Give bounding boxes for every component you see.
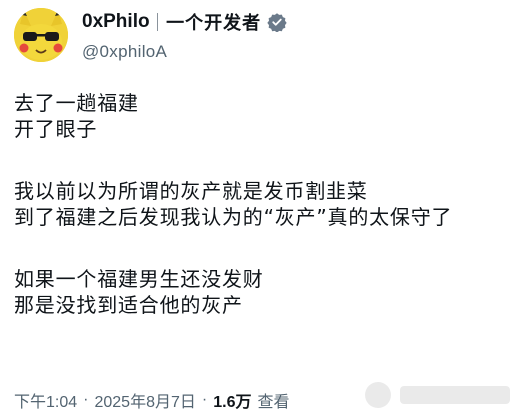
tweet-text-line: 我以前以为所谓的灰产就是发币割韭菜 (14, 179, 368, 203)
tweet-text: 去了一趟福建 开了眼子 我以前以为所谓的灰产就是发币割韭菜 到了福建之后发现我认… (14, 90, 524, 318)
verified-badge-icon (267, 13, 287, 32)
pikachu-avatar-icon (14, 8, 68, 62)
watermark-icon (365, 382, 510, 408)
meta-separator: · (201, 391, 208, 408)
meta-separator: · (83, 391, 89, 408)
tweet-meta: 下午1:04 · 2025年8月7日 · 1.6万 查看 (14, 388, 289, 412)
tweet-date[interactable]: 2025年8月7日 (94, 388, 195, 412)
tweet-text-line: 到了福建之后发现我认为的“灰产”真的太保守了 (14, 205, 453, 229)
tweet-time[interactable]: 下午1:04 (14, 388, 77, 412)
display-name[interactable]: 0xPhilo (82, 11, 150, 33)
tweet-header: 0xPhilo 一个开发者 @0xphiloA (82, 9, 287, 65)
views-label: 查看 (257, 394, 290, 411)
org-name[interactable]: 一个开发者 (166, 9, 261, 35)
tweet: 0xPhilo 一个开发者 @0xphiloA 去了一趟福建 开了眼子 我以前以… (0, 0, 531, 419)
tweet-text-line: 开了眼子 (14, 117, 98, 141)
user-handle[interactable]: @0xphiloA (82, 42, 287, 62)
name-separator (156, 13, 159, 31)
views-count: 1.6万 (213, 394, 252, 411)
tweet-text-line: 那是没找到适合他的灰产 (14, 293, 243, 317)
name-row: 0xPhilo 一个开发者 (82, 9, 287, 35)
avatar[interactable] (14, 8, 68, 62)
tweet-text-line: 去了一趟福建 (14, 91, 139, 115)
tweet-text-line: 如果一个福建男生还没发财 (14, 267, 264, 291)
